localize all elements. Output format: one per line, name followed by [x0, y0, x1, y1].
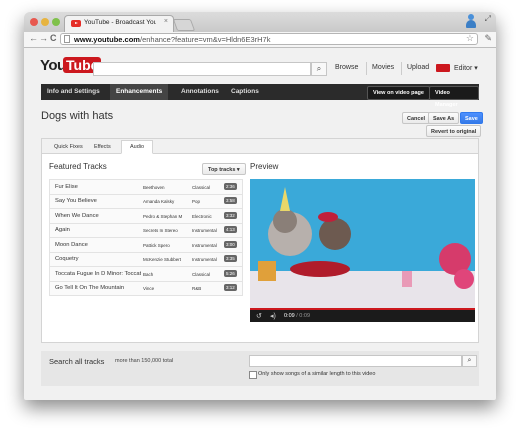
- enhancements-panel: Quick Fixes Effects Audio Featured Track…: [41, 138, 479, 343]
- zoom-window-button[interactable]: [52, 18, 60, 26]
- track-search-button[interactable]: ⌕: [462, 355, 477, 367]
- similar-length-label: Only show songs of a similar length to t…: [258, 370, 376, 377]
- track-row[interactable]: Again Secrets In Stereo Instrumental 4:13: [49, 223, 243, 238]
- browser-window: YouTube - Broadcast Yoursel × ⤢ ← → C ww…: [24, 12, 496, 400]
- search-input[interactable]: [93, 62, 311, 76]
- fullscreen-icon[interactable]: ⤢: [485, 14, 491, 24]
- search-icon: ⌕: [316, 64, 322, 73]
- search-tracks-bar: Search all tracks more than 150,000 tota…: [41, 351, 479, 386]
- upload-link[interactable]: Upload: [407, 64, 429, 71]
- volume-icon[interactable]: ◂): [270, 312, 276, 320]
- tab-info-settings[interactable]: Info and Settings: [41, 84, 106, 100]
- track-row[interactable]: Say You Believe Amanda Kalsky Pop 3:58: [49, 194, 243, 209]
- video-controls: ↺ ◂) 0:09 / 0:09: [250, 308, 475, 322]
- address-bar[interactable]: www.youtube.com/enhance?feature=vm&v=Hld…: [60, 33, 478, 45]
- track-list: Fur Elise Beethoven Classical 2:36 Say You …: [49, 179, 243, 296]
- browse-link[interactable]: Browse: [335, 64, 358, 71]
- movies-link[interactable]: Movies: [372, 64, 394, 71]
- minimize-window-button[interactable]: [41, 18, 49, 26]
- view-on-video-page-button[interactable]: View on video page: [367, 86, 430, 100]
- track-row[interactable]: When We Dance Pedro & Stephan M Electronic…: [49, 209, 243, 224]
- back-icon[interactable]: ←: [29, 33, 38, 43]
- page-icon: [64, 35, 70, 43]
- track-count: more than 150,000 total: [115, 358, 174, 364]
- tab-strip: YouTube - Broadcast Yoursel × ⤢: [24, 12, 496, 32]
- subtab-bar: Quick Fixes Effects Audio: [42, 139, 478, 154]
- video-frame: [250, 179, 475, 310]
- user-channel-icon: [436, 64, 450, 72]
- track-row[interactable]: Toccata Fugue In D Minor: Toccata Bach Cla…: [49, 267, 243, 282]
- revert-to-original-button[interactable]: Revert to original: [426, 125, 482, 137]
- user-menu[interactable]: Editor ▾: [454, 64, 478, 72]
- progress-bar[interactable]: [250, 308, 475, 310]
- search-tracks-title: Search all tracks: [49, 357, 105, 366]
- editor-nav: Info and Settings Enhancements Annotatio…: [41, 84, 479, 108]
- profile-icon[interactable]: [466, 14, 476, 28]
- youtube-header: You Tube ⌕ Browse Movies Upload Editor ▾: [24, 48, 496, 84]
- header-divider: [401, 62, 402, 75]
- wrench-icon[interactable]: ✎: [484, 33, 492, 44]
- save-as-button[interactable]: Save As: [428, 112, 460, 124]
- search-icon: ⌕: [467, 357, 472, 364]
- reload-icon[interactable]: C: [50, 33, 57, 43]
- tab-title: YouTube - Broadcast Yoursel: [84, 19, 156, 26]
- track-row[interactable]: Fur Elise Beethoven Classical 2:36: [49, 179, 243, 195]
- new-tab-button[interactable]: [172, 19, 196, 31]
- subtab-audio[interactable]: Audio: [121, 140, 154, 154]
- tab-annotations[interactable]: Annotations: [175, 84, 225, 100]
- header-divider: [366, 62, 367, 75]
- search-button[interactable]: ⌕: [311, 62, 327, 76]
- preview-title: Preview: [250, 162, 279, 171]
- video-preview[interactable]: ↺ ◂) 0:09 / 0:09: [250, 179, 475, 322]
- video-title: Dogs with hats: [41, 110, 114, 122]
- replay-icon[interactable]: ↺: [256, 312, 262, 320]
- video-manager-button[interactable]: Video Manager: [429, 86, 479, 108]
- track-search-input[interactable]: [249, 355, 462, 367]
- save-button[interactable]: Save: [460, 112, 483, 124]
- tab-enhancements[interactable]: Enhancements: [110, 84, 169, 100]
- youtube-favicon-icon: [71, 20, 81, 27]
- bookmark-star-icon[interactable]: ☆: [466, 33, 474, 44]
- forward-icon[interactable]: →: [39, 33, 48, 43]
- browser-toolbar: ← → C www.youtube.com/enhance?feature=vm…: [24, 32, 496, 48]
- time-display: 0:09 / 0:09: [284, 313, 311, 319]
- subtab-quick-fixes[interactable]: Quick Fixes: [46, 141, 91, 153]
- cancel-button[interactable]: Cancel: [402, 112, 431, 124]
- track-row[interactable]: Go Tell It On The Mountain Vince R&B 3:12: [49, 281, 243, 296]
- track-row[interactable]: Moon Dance Pattick Spero Instrumental 3:00: [49, 238, 243, 253]
- browser-tab[interactable]: YouTube - Broadcast Yoursel ×: [64, 15, 174, 32]
- url-text: www.youtube.com/enhance?feature=vm&v=Hld…: [74, 35, 271, 44]
- close-window-button[interactable]: [30, 18, 38, 26]
- tab-close-icon[interactable]: ×: [164, 18, 168, 25]
- similar-length-checkbox[interactable]: [249, 371, 257, 379]
- sort-dropdown[interactable]: Top tracks ▾: [202, 163, 246, 175]
- subtab-effects[interactable]: Effects: [86, 141, 119, 153]
- track-row[interactable]: Coquetry McKenzie Stubbert Instrumental 3:3…: [49, 252, 243, 267]
- featured-tracks-title: Featured Tracks: [49, 162, 107, 171]
- tab-captions[interactable]: Captions: [225, 84, 265, 100]
